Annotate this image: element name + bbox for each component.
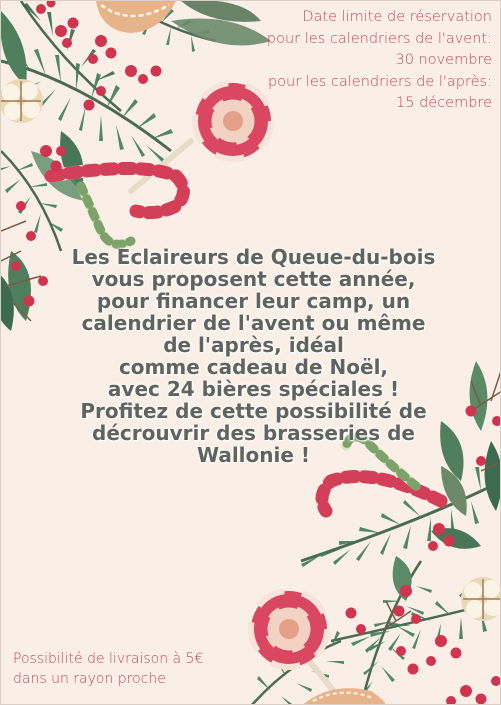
- bottom-gingerbread-cookie: [303, 688, 386, 704]
- delivery-line: Possibilité de livraison à 5€: [13, 651, 204, 667]
- announcement-text: Les Eclaireurs de Queue-du-bois vous pro…: [56, 246, 451, 466]
- deadline-line: 15 décembre: [396, 95, 492, 111]
- announcement-line: Wallonie !: [196, 443, 311, 467]
- flyer-page: Date limite de réservation pour les cale…: [0, 0, 501, 705]
- reservation-deadline: Date limite de réservation pour les cale…: [252, 7, 492, 115]
- announcement-line: de l'après, idéal: [163, 333, 344, 357]
- bottom-right-lollipop: [248, 588, 349, 704]
- deadline-line: pour les calendriers de l'après:: [267, 73, 492, 90]
- announcement-line: avec 24 bières spéciales !: [107, 377, 400, 401]
- announcement-line: Les Eclaireurs de Queue-du-bois: [71, 245, 436, 269]
- delivery-note: Possibilité de livraison à 5€ dans un ra…: [13, 649, 243, 689]
- announcement-line: décrouvrir des brasseries de: [92, 421, 415, 445]
- announcement-line: vous proposent cette année,: [91, 267, 416, 291]
- announcement-line: pour financer leur camp, un: [96, 289, 411, 313]
- deadline-line: 30 novembre: [395, 52, 492, 68]
- deadline-line: Date limite de réservation: [302, 9, 492, 25]
- deadline-line: pour les calendriers de l'avent:: [266, 30, 492, 47]
- bottom-right-cotton-flower: [461, 577, 500, 621]
- announcement-line: Profitez de cette possibilité de: [80, 399, 427, 423]
- top-left-gingerbread-cookie: [96, 1, 176, 33]
- delivery-line: dans un rayon proche: [13, 671, 166, 687]
- announcement-line: comme cadeau de Noël,: [118, 355, 389, 379]
- announcement-line: calendrier de l'avent ou même: [81, 311, 426, 335]
- top-left-cotton-flower: [1, 79, 43, 123]
